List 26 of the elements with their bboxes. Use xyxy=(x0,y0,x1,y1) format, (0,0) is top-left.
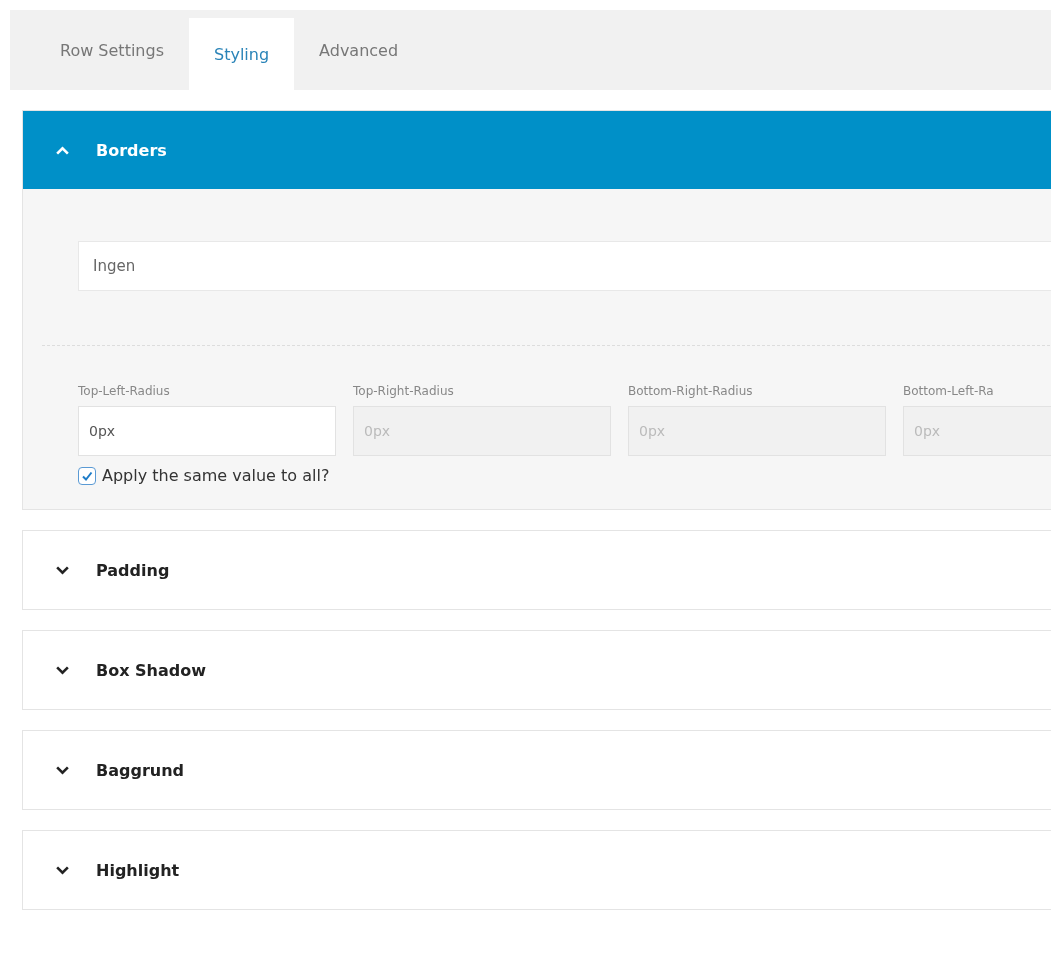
tab[interactable]: Styling xyxy=(189,18,295,90)
chevron-icon xyxy=(55,144,70,156)
tab[interactable]: Row Settings xyxy=(40,10,189,90)
section-title: Highlight xyxy=(96,860,180,880)
radius-field[interactable]: 0px xyxy=(78,406,336,456)
chevron-icon xyxy=(55,864,70,876)
section-header[interactable]: Padding xyxy=(23,531,1051,609)
section-header[interactable]: Highlight xyxy=(23,831,1051,909)
section-title: Borders xyxy=(96,140,167,160)
field-label: Top-Left-Radius xyxy=(78,384,171,398)
field-label: Bottom-Right-Radius xyxy=(628,384,754,398)
checkbox-label: Apply the same value to all? xyxy=(102,466,330,485)
field-label: Top-Right-Radius xyxy=(353,384,455,398)
section-title: Box Shadow xyxy=(96,660,206,680)
section-header[interactable]: Borders xyxy=(23,111,1051,189)
checkbox[interactable] xyxy=(78,466,96,485)
section-title: Baggrund xyxy=(96,760,185,780)
border-style-select[interactable]: Ingen xyxy=(78,241,1051,291)
section-header[interactable]: Baggrund xyxy=(23,731,1051,809)
section-title: Padding xyxy=(96,560,170,580)
field-label: Bottom-Left-Ra xyxy=(903,384,995,398)
section-header[interactable]: Box Shadow xyxy=(23,631,1051,709)
chevron-icon xyxy=(55,764,70,776)
chevron-icon xyxy=(55,664,70,676)
chevron-icon xyxy=(55,564,70,576)
tab[interactable]: Advanced xyxy=(294,10,424,90)
